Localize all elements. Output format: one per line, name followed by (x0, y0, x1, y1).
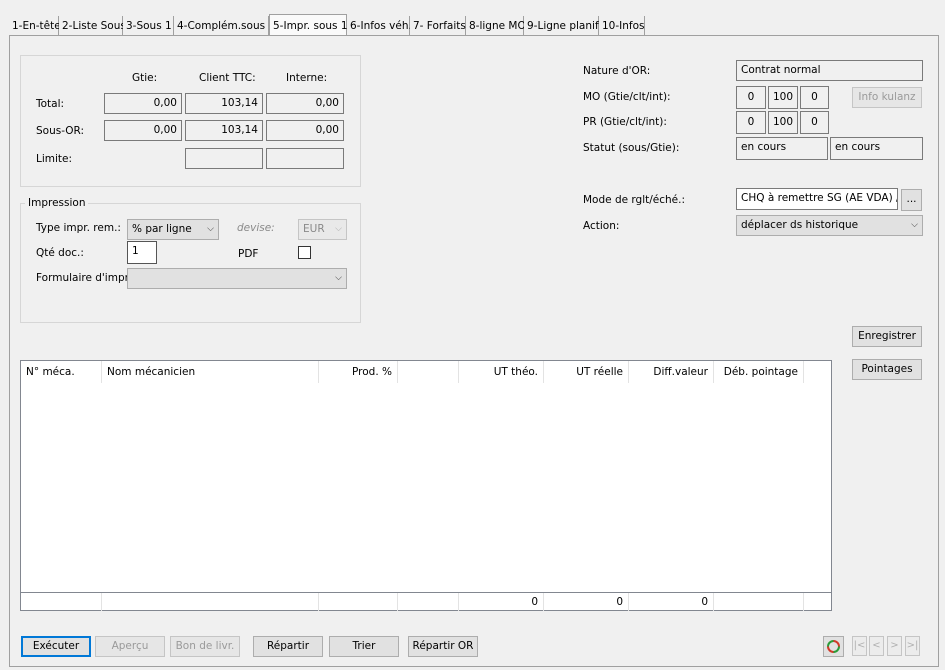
bon-livr-button[interactable]: Bon de livr. (170, 636, 240, 657)
tab-impr-sous-1[interactable]: 5-Impr. sous 1 (269, 14, 348, 36)
pdf-checkbox[interactable] (298, 246, 311, 259)
pointages-button[interactable]: Pointages (852, 359, 922, 380)
pr-gtie-field: 0 (736, 111, 766, 134)
col-nom-mecanicien[interactable]: Nom mécanicien (102, 361, 319, 383)
refresh-icon (827, 640, 840, 653)
formulaire-label: Formulaire d'impr.: (36, 272, 135, 284)
col-no-meca[interactable]: N° méca. (21, 361, 102, 383)
col-gtie-label: Gtie: (132, 72, 158, 84)
total-no-meca (21, 593, 102, 611)
statut-sous-field: en cours (736, 137, 828, 160)
row-limite-label: Limite: (36, 153, 73, 165)
total-diff-valeur: 0 (629, 593, 714, 611)
nature-or-label: Nature d'OR: (583, 65, 651, 77)
total-nom (102, 593, 319, 611)
total-ut-reelle: 0 (544, 593, 629, 611)
pdf-label: PDF (238, 248, 259, 260)
nature-or-field: Contrat normal (736, 60, 923, 81)
tab-bar: 1-En-tête 2-Liste Sous 3-Sous 1 4-Complé… (9, 14, 645, 36)
trier-button[interactable]: Trier (329, 636, 399, 657)
chevron-down-icon: ⌵ (335, 273, 342, 283)
col-ut-theo[interactable]: UT théo. (459, 361, 544, 383)
pr-clt-field: 100 (768, 111, 798, 134)
mo-int-field: 0 (800, 86, 829, 109)
action-select[interactable]: déplacer ds historique ⌵ (736, 215, 923, 236)
limite-interne-field[interactable] (266, 148, 344, 169)
chevron-down-icon: ⌵ (335, 224, 342, 234)
row-total-label: Total: (36, 98, 65, 110)
mo-gtie-field: 0 (736, 86, 766, 109)
grid-totals-row: 0 0 0 (21, 592, 831, 611)
repartir-or-button[interactable]: Répartir OR (408, 636, 478, 657)
apercu-button[interactable]: Aperçu (95, 636, 165, 657)
nav-last-button[interactable]: >| (905, 636, 920, 656)
repartir-button[interactable]: Répartir (253, 636, 323, 657)
sous-gtie-field: 0,00 (104, 120, 182, 141)
tab-complem-sous-1[interactable]: 4-Complém.sous 1 (174, 16, 275, 36)
pr-int-field: 0 (800, 111, 829, 134)
chevron-down-icon: ⌵ (207, 224, 214, 234)
sous-interne-field: 0,00 (266, 120, 344, 141)
tab-sous-1[interactable]: 3-Sous 1 (123, 16, 174, 36)
sous-client-field: 103,14 (185, 120, 263, 141)
col-client-label: Client TTC: (199, 72, 256, 84)
tab-forfaits[interactable]: 7- Forfaits (410, 16, 466, 36)
total-client-field: 103,14 (185, 93, 263, 114)
total-deb-pointage (714, 593, 804, 611)
statut-label: Statut (sous/Gtie): (583, 142, 680, 154)
mechanics-grid[interactable]: N° méca. Nom mécanicien Prod. % UT théo.… (20, 360, 832, 611)
qte-doc-input[interactable]: 1 (127, 241, 157, 264)
statut-gtie-field: en cours (830, 137, 923, 160)
limite-client-field[interactable] (185, 148, 263, 169)
row-sous-or-label: Sous-OR: (36, 125, 85, 137)
col-interne-label: Interne: (286, 72, 328, 84)
mode-rglt-label: Mode de rglt/éché.: (583, 194, 686, 206)
grid-header: N° méca. Nom mécanicien Prod. % UT théo.… (21, 361, 831, 383)
type-impr-select[interactable]: % par ligne ⌵ (127, 219, 219, 240)
total-gtie-field: 0,00 (104, 93, 182, 114)
impression-title: Impression (25, 197, 89, 209)
col-deb-pointage[interactable]: Déb. pointage (714, 361, 804, 383)
qte-doc-label: Qté doc.: (36, 247, 84, 259)
devise-label: devise: (237, 222, 275, 234)
total-empty (398, 593, 459, 611)
devise-value: EUR (303, 223, 325, 235)
tab-infos[interactable]: 10-Infos (599, 16, 645, 36)
total-interne-field: 0,00 (266, 93, 344, 114)
tab-liste-sous[interactable]: 2-Liste Sous (59, 16, 126, 36)
formulaire-select[interactable]: ⌵ (127, 268, 347, 289)
action-label: Action: (583, 220, 620, 232)
mode-rglt-browse-button[interactable]: ... (901, 189, 922, 211)
tab-infos-veh[interactable]: 6-Infos véh. (347, 16, 412, 36)
nav-next-button[interactable]: > (887, 636, 902, 656)
mo-label: MO (Gtie/clt/int): (583, 91, 671, 103)
executer-button[interactable]: Exécuter (21, 636, 91, 657)
mo-clt-field: 100 (768, 86, 798, 109)
type-impr-label: Type impr. rem.: (36, 222, 121, 234)
action-value: déplacer ds historique (741, 219, 859, 231)
tab-en-tete[interactable]: 1-En-tête (9, 16, 61, 36)
nav-first-button[interactable]: |< (852, 636, 867, 656)
tab-ligne-mo[interactable]: 8-ligne MO (466, 16, 526, 36)
type-impr-value: % par ligne (132, 223, 192, 235)
devise-select: EUR ⌵ (298, 219, 347, 240)
col-prod-pct[interactable]: Prod. % (319, 361, 398, 383)
pr-label: PR (Gtie/clt/int): (583, 116, 667, 128)
mode-rglt-field[interactable]: CHQ à remettre SG (AE VDA) / co (736, 188, 898, 210)
refresh-button[interactable] (823, 636, 844, 657)
col-empty[interactable] (398, 361, 459, 383)
col-diff-valeur[interactable]: Diff.valeur (629, 361, 714, 383)
info-kulanz-button[interactable]: Info kulanz (852, 87, 922, 108)
nav-prev-button[interactable]: < (869, 636, 884, 656)
total-prod (319, 593, 398, 611)
enregistrer-button[interactable]: Enregistrer (852, 326, 922, 347)
chevron-down-icon: ⌵ (911, 220, 918, 230)
tab-ligne-planif[interactable]: 9-Ligne planif. (524, 16, 601, 36)
col-ut-reelle[interactable]: UT réelle (544, 361, 629, 383)
total-ut-theo: 0 (459, 593, 544, 611)
